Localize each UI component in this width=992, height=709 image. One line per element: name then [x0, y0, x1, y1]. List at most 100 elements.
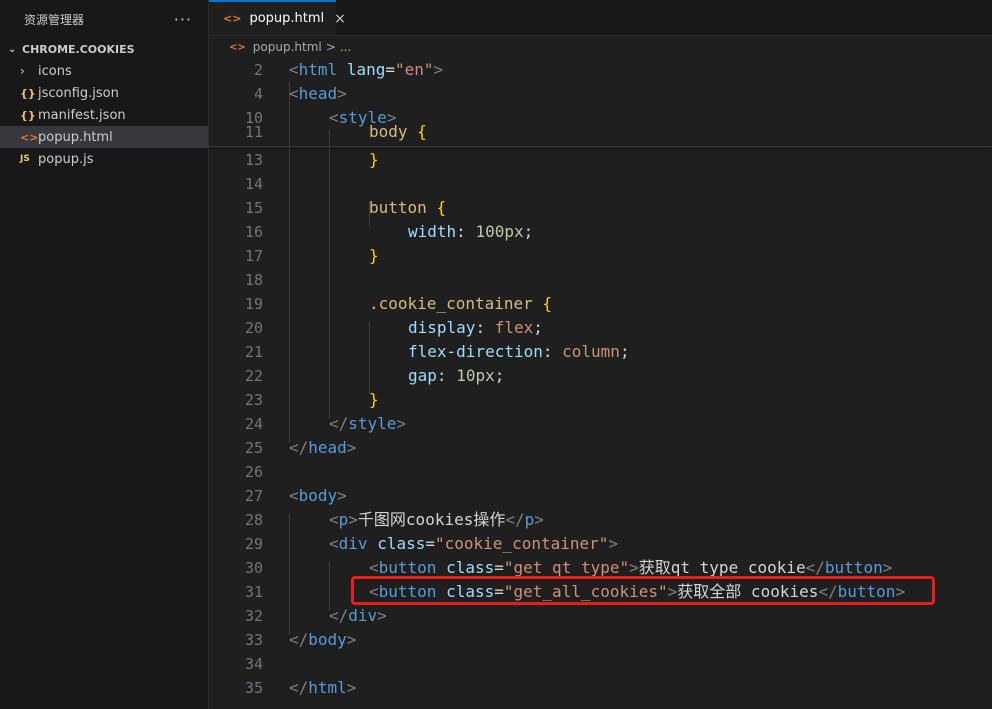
line-number: 29 [244, 535, 263, 553]
code-text: </html> [289, 678, 357, 697]
tree-item-jsconfig[interactable]: {} jsconfig.json [0, 82, 208, 104]
highlight-box [351, 576, 935, 605]
chevron-right-icon: › [20, 64, 25, 78]
html-file-icon: <> [229, 41, 246, 53]
code-text: </body> [289, 630, 357, 649]
explorer-sidebar: 资源管理器 ··· ⌄ CHROME.COOKIES › icons {} js… [0, 0, 209, 709]
close-icon[interactable]: × [334, 11, 346, 27]
code-text: <head> [289, 84, 347, 103]
code-line: 14 [209, 172, 992, 196]
editor-tab-bar: <> popup.html × [209, 0, 992, 36]
code-line: 35 </html> [209, 676, 992, 700]
code-line: 11 body { [209, 124, 992, 146]
line-number: 32 [244, 607, 263, 625]
html-file-icon: <> [20, 130, 39, 144]
code-line: 13 } [209, 148, 992, 172]
tree-item-label: popup.js [38, 151, 94, 167]
tree-item-label: popup.html [38, 129, 113, 145]
explorer-title: 资源管理器 [24, 12, 85, 27]
code-line: 18 [209, 268, 992, 292]
line-number: 16 [244, 223, 263, 241]
code-text: <div class="cookie_container"> [329, 534, 619, 553]
code-text: button { [369, 198, 447, 217]
breadcrumb-file[interactable]: popup.html [253, 40, 322, 54]
sticky-scroll-divider [209, 146, 992, 147]
code-line: 21 flex-direction: column; [209, 340, 992, 364]
js-file-icon: JS [20, 154, 30, 164]
code-text: </head> [289, 438, 357, 457]
line-number: 23 [244, 391, 263, 409]
line-number: 17 [244, 247, 263, 265]
code-text: } [369, 246, 379, 265]
tree-item-label: jsconfig.json [38, 85, 119, 101]
code-line: 16 width: 100px; [209, 220, 992, 244]
breadcrumb-separator: > [325, 40, 336, 54]
tree-item-label: manifest.json [38, 107, 126, 123]
chevron-down-icon: ⌄ [8, 43, 17, 55]
line-number: 11 [244, 124, 263, 141]
line-number: 35 [244, 679, 263, 697]
line-number: 14 [244, 175, 263, 193]
code-line: 22 gap: 10px; [209, 364, 992, 388]
code-text: </div> [329, 606, 387, 625]
tree-item-manifest[interactable]: {} manifest.json [0, 104, 208, 126]
line-number: 33 [244, 631, 263, 649]
code-line: 17 } [209, 244, 992, 268]
code-line: 33 </body> [209, 628, 992, 652]
code-line: 4 <head> [209, 82, 992, 106]
code-line: 29 <div class="cookie_container"> [209, 532, 992, 556]
code-text: gap: 10px; [408, 366, 505, 385]
code-text: flex-direction: column; [408, 342, 630, 361]
code-text: } [369, 390, 379, 409]
more-actions-icon[interactable]: ··· [174, 10, 192, 29]
code-line: 25 </head> [209, 436, 992, 460]
line-number: 19 [244, 295, 263, 313]
code-line: 2 <html lang="en"> [209, 58, 992, 82]
explorer-header: 资源管理器 ··· [0, 0, 208, 38]
tab-label: popup.html [249, 11, 325, 26]
line-number: 24 [244, 415, 263, 433]
code-text: <html lang="en"> [289, 60, 444, 79]
code-line: 19 .cookie_container { [209, 292, 992, 316]
line-number: 34 [244, 655, 263, 673]
line-number: 25 [244, 439, 263, 457]
tab-popup-html[interactable]: <> popup.html × [209, 0, 346, 35]
line-number: 13 [244, 151, 263, 169]
line-number: 28 [244, 511, 263, 529]
breadcrumb[interactable]: <> popup.html > ... [209, 36, 992, 58]
code-text: width: 100px; [408, 222, 534, 241]
code-text: </style> [329, 414, 407, 433]
code-text: <body> [289, 486, 347, 505]
line-number: 15 [244, 199, 263, 217]
code-text: body { [369, 124, 427, 141]
line-number: 30 [244, 559, 263, 577]
breadcrumb-rest[interactable]: ... [340, 40, 351, 54]
line-number: 22 [244, 367, 263, 385]
code-text: display: flex; [408, 318, 543, 337]
code-line: 26 [209, 460, 992, 484]
code-line: 28 <p>千图网cookies操作</p> [209, 508, 992, 532]
workspace-folder-label: CHROME.COOKIES [22, 42, 135, 56]
code-text: } [369, 150, 379, 169]
tree-item-popup-html[interactable]: <> popup.html [0, 126, 208, 148]
line-number: 18 [244, 271, 263, 289]
vscode-window: 资源管理器 ··· ⌄ CHROME.COOKIES › icons {} js… [0, 0, 992, 709]
code-line: 20 display: flex; [209, 316, 992, 340]
code-line: 34 [209, 652, 992, 676]
tree-item-label: icons [38, 63, 72, 79]
tree-item-icons-folder[interactable]: › icons [0, 60, 208, 82]
code-editor[interactable]: 2 <html lang="en"> 4 <head> 10 <style> 1… [209, 58, 992, 709]
code-line: 23 } [209, 388, 992, 412]
json-file-icon: {} [20, 86, 36, 100]
line-number: 20 [244, 319, 263, 337]
line-number: 31 [244, 583, 263, 601]
code-line: 27 <body> [209, 484, 992, 508]
line-number: 27 [244, 487, 263, 505]
tree-item-popup-js[interactable]: JS popup.js [0, 148, 208, 170]
code-text: .cookie_container { [369, 294, 553, 313]
line-number: 21 [244, 343, 263, 361]
code-line: 24 </style> [209, 412, 992, 436]
workspace-folder[interactable]: ⌄ CHROME.COOKIES [0, 38, 208, 60]
line-number: 4 [253, 85, 263, 103]
line-number: 2 [253, 61, 263, 79]
